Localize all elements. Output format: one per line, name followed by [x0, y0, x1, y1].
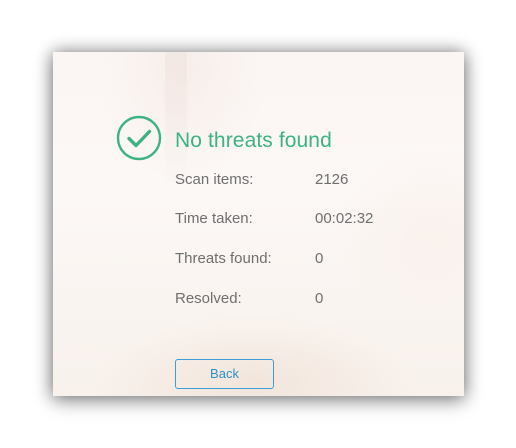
stat-row-threats-found: Threats found: 0: [175, 250, 323, 267]
stat-value: 0: [315, 250, 324, 267]
stat-label: Scan items:: [175, 171, 254, 188]
scan-result-panel: No threats found Scan items: 2126 Time t…: [53, 52, 464, 396]
result-title: No threats found: [175, 129, 332, 152]
stat-value: 2126: [315, 171, 349, 188]
stat-label: Threats found:: [175, 250, 272, 267]
stat-label: Time taken:: [175, 210, 253, 227]
stat-row-time-taken: Time taken: 00:02:32: [175, 210, 373, 227]
stat-row-scan-items: Scan items: 2126: [175, 171, 348, 188]
stat-value: 00:02:32: [315, 210, 374, 227]
back-button[interactable]: Back: [175, 359, 274, 389]
check-circle-icon: [116, 115, 162, 161]
stat-value: 0: [315, 290, 324, 307]
stat-row-resolved: Resolved: 0: [175, 290, 323, 307]
stat-label: Resolved:: [175, 290, 242, 307]
screen: No threats found Scan items: 2126 Time t…: [0, 0, 516, 448]
